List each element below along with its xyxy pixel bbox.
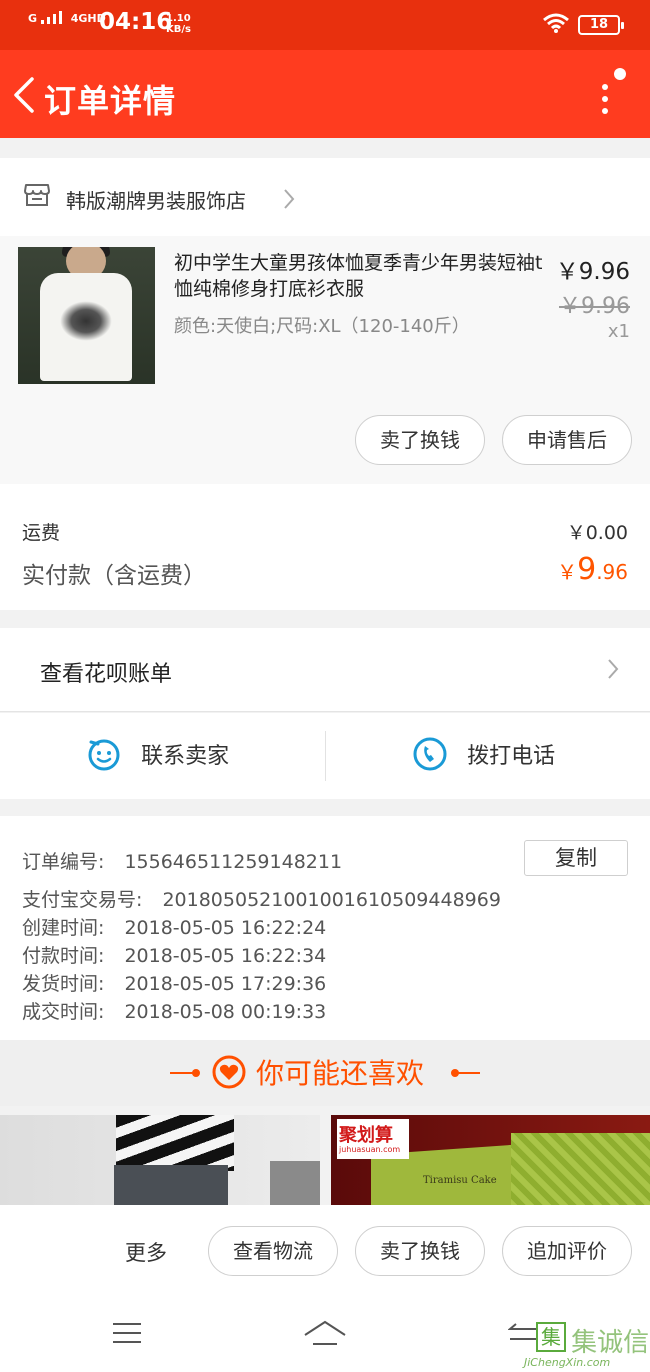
huabei-label: 查看花呗账单 <box>40 662 173 687</box>
shipped-label: 发货时间: <box>22 973 105 995</box>
alipay-line: 支付宝交易号: 2018050521001001610509448969 <box>22 885 501 912</box>
product-quantity: x1 <box>607 321 630 342</box>
shipping-label: 运费 <box>22 522 61 544</box>
paid-time-label: 付款时间: <box>22 945 105 967</box>
box-text: Tiramisu Cake <box>423 1175 497 1186</box>
notification-dot <box>614 68 626 80</box>
paid-time: 2018-05-05 16:22:34 <box>124 945 327 967</box>
watermark-url: JiChengXin.com <box>524 1356 611 1369</box>
phone-icon <box>413 737 447 771</box>
recommend-item-image[interactable]: 聚划算 juhuasuan.com Tiramisu Cake <box>331 1115 650 1207</box>
shipping-value: ￥0.00 <box>566 522 628 544</box>
resell-button[interactable]: 卖了换钱 <box>355 415 485 465</box>
created-label: 创建时间: <box>22 917 105 939</box>
divider <box>452 1072 480 1074</box>
watermark-text: 集诚信 <box>571 1328 650 1358</box>
speed-value: 1.10 <box>166 13 191 24</box>
alipay-label: 支付宝交易号: <box>22 889 143 911</box>
closed-label: 成交时间: <box>22 1001 105 1023</box>
alipay-number: 2018050521001001610509448969 <box>162 889 501 911</box>
order-number-line: 订单编号: 155646511259148211 <box>22 847 342 874</box>
speed-unit: KB/s <box>166 24 191 35</box>
watermark-logo-icon: 集 <box>536 1322 566 1352</box>
shop-name: 韩版潮牌男装服饰店 <box>66 189 246 213</box>
back-nav-icon[interactable] <box>508 1321 538 1345</box>
clock: 04:16 <box>99 9 173 35</box>
network-speed: 1.10 KB/s <box>166 13 191 35</box>
title-bar: 订单详情 <box>0 50 650 138</box>
order-number: 155646511259148211 <box>124 851 343 873</box>
wifi-icon <box>543 13 569 33</box>
after-sales-button[interactable]: 申请售后 <box>502 415 632 465</box>
chat-smile-icon <box>88 739 120 771</box>
contact-bar: 联系卖家 拨打电话 <box>0 713 650 799</box>
recommend-title: 你可能还喜欢 <box>256 1057 425 1090</box>
recommend-item-image[interactable] <box>0 1115 320 1207</box>
battery-indicator: 18 <box>578 15 624 35</box>
dot-icon <box>192 1069 200 1077</box>
signal-indicator: G 4GHD <box>28 10 106 25</box>
call-phone-label: 拨打电话 <box>467 744 556 769</box>
product-card: 初中学生大童男孩体恤夏季青少年男装短袖t恤纯棉修身打底衫衣服 颜色:天使白;尺码… <box>0 236 650 484</box>
product-spec: 颜色:天使白;尺码:XL（120-140斤） <box>174 316 470 337</box>
product-image[interactable] <box>18 247 155 384</box>
created-line: 创建时间: 2018-05-05 16:22:24 <box>22 913 326 940</box>
view-logistics-button[interactable]: 查看物流 <box>208 1226 338 1276</box>
paid-line: 付款时间: 2018-05-05 16:22:34 <box>22 941 326 968</box>
status-bar: G 4GHD 04:16 1.10 KB/s 18 <box>0 0 650 50</box>
contact-seller-label: 联系卖家 <box>141 744 230 769</box>
add-review-button[interactable]: 追加评价 <box>502 1226 632 1276</box>
product-price: ￥9.96 <box>555 259 630 285</box>
order-number-label: 订单编号: <box>22 851 105 873</box>
paid-integer: 9 <box>577 552 597 587</box>
paid-decimal: .96 <box>596 560 628 584</box>
signal-bars-icon <box>40 11 62 24</box>
home-icon[interactable] <box>303 1319 347 1347</box>
product-original-price: ￥9.96 <box>559 294 630 319</box>
product-title[interactable]: 初中学生大童男孩体恤夏季青少年男装短袖t恤纯棉修身打底衫衣服 <box>174 250 546 302</box>
paid-currency: ￥ <box>557 560 578 584</box>
resell-button[interactable]: 卖了换钱 <box>355 1226 485 1276</box>
closed-time: 2018-05-08 00:19:33 <box>124 1001 327 1023</box>
huabei-bill-row[interactable]: 查看花呗账单 <box>0 628 650 712</box>
store-icon <box>24 184 50 206</box>
brand-url: juhuasuan.com <box>339 1145 401 1154</box>
order-info: 订单编号: 155646511259148211 复制 支付宝交易号: 2018… <box>0 816 650 1040</box>
recommend-header: 你可能还喜欢 <box>0 1040 650 1106</box>
signal-label-1: G <box>28 12 38 25</box>
page-title: 订单详情 <box>44 82 177 120</box>
more-button[interactable]: 更多 <box>125 1237 167 1267</box>
fees-section: 运费 ￥0.00 实付款（含运费） ￥9.96 <box>0 484 650 610</box>
chevron-right-icon <box>284 189 295 209</box>
shipped-line: 发货时间: 2018-05-05 17:29:36 <box>22 969 326 996</box>
brand-label: 聚划算 <box>339 1125 393 1146</box>
copy-button[interactable]: 复制 <box>524 840 628 876</box>
closed-line: 成交时间: 2018-05-08 00:19:33 <box>22 997 326 1024</box>
created-time: 2018-05-05 16:22:24 <box>124 917 327 939</box>
paid-amount: ￥9.96 <box>557 552 628 587</box>
shop-row[interactable]: 韩版潮牌男装服饰店 <box>0 158 650 236</box>
menu-icon[interactable] <box>112 1321 142 1345</box>
call-phone-button[interactable]: 拨打电话 <box>412 736 555 772</box>
action-bar: 更多 查看物流 卖了换钱 追加评价 <box>0 1205 650 1297</box>
heart-icon <box>212 1055 246 1089</box>
watermark: 集 集诚信 <box>536 1322 649 1359</box>
paid-label: 实付款（含运费） <box>22 563 206 589</box>
vertical-dots-icon[interactable] <box>596 68 626 118</box>
contact-seller-button[interactable]: 联系卖家 <box>86 736 229 772</box>
chevron-right-icon <box>608 659 619 679</box>
shipped-time: 2018-05-05 17:29:36 <box>124 973 327 995</box>
chevron-left-icon[interactable] <box>10 75 36 115</box>
divider <box>325 731 326 781</box>
